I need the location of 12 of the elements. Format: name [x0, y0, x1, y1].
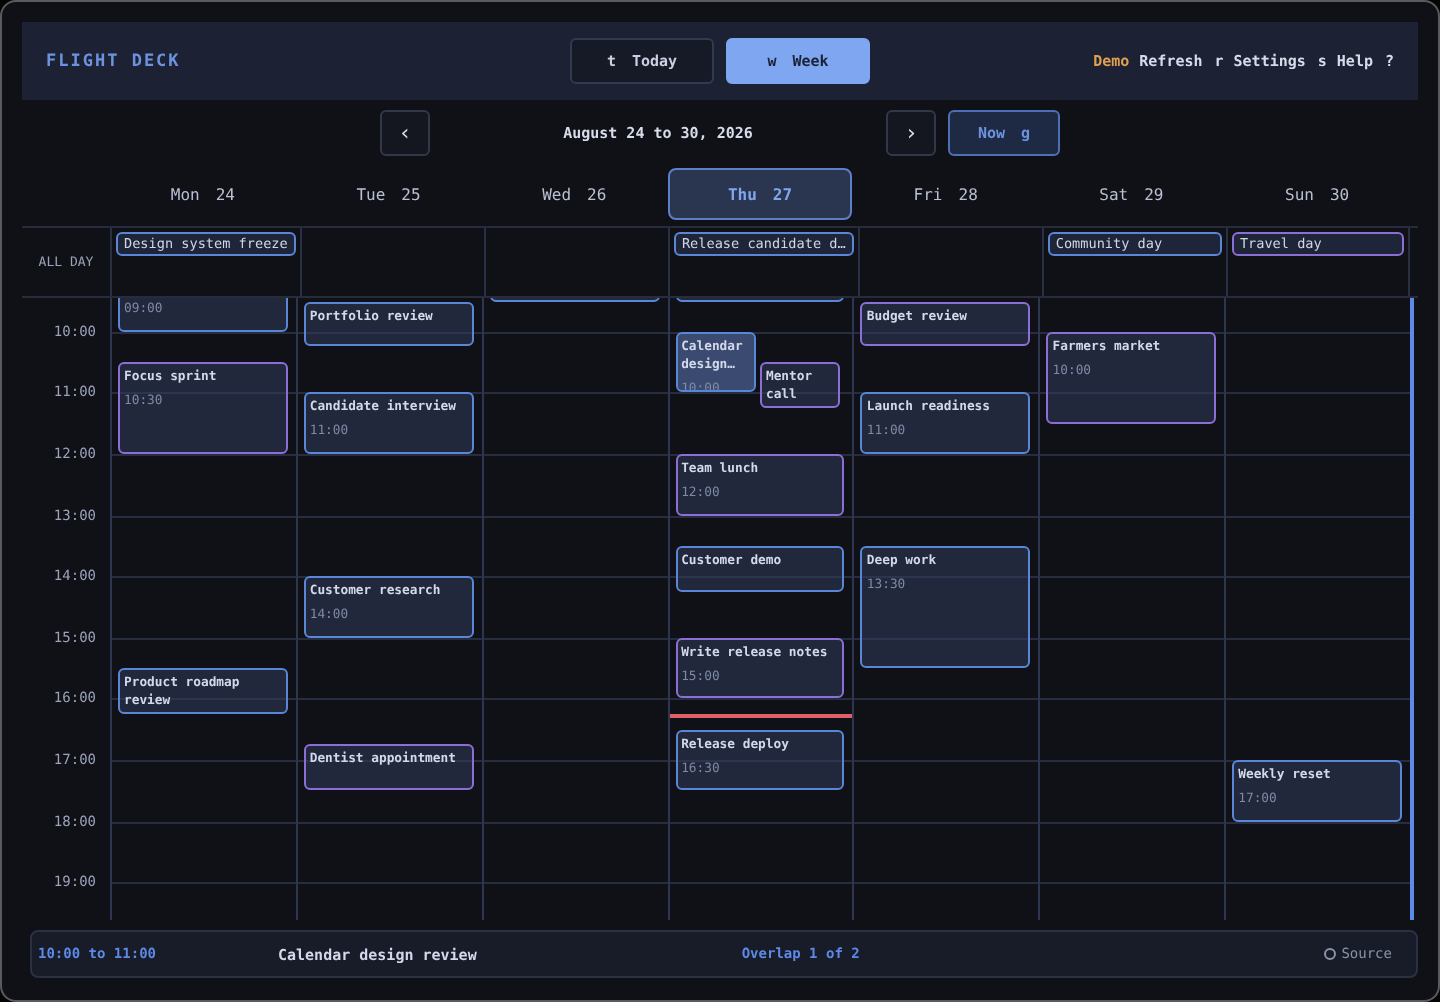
- day-header[interactable]: Fri 28: [852, 168, 1039, 220]
- circle-icon: [1323, 948, 1336, 960]
- day-header[interactable]: Thu 27: [667, 168, 853, 220]
- day-header[interactable]: Sat 29: [1038, 168, 1225, 220]
- app-title: FLIGHT DECK: [46, 51, 183, 71]
- day-header[interactable]: Wed 26: [481, 168, 668, 220]
- day-header[interactable]: Sun 30: [1224, 168, 1410, 220]
- day-header[interactable]: Tue 25: [295, 168, 482, 220]
- day-header[interactable]: Mon 24: [110, 168, 296, 220]
- previous-button[interactable]: ‹: [380, 109, 430, 155]
- scrollbar[interactable]: [1409, 298, 1414, 920]
- next-button[interactable]: ›: [886, 109, 936, 155]
